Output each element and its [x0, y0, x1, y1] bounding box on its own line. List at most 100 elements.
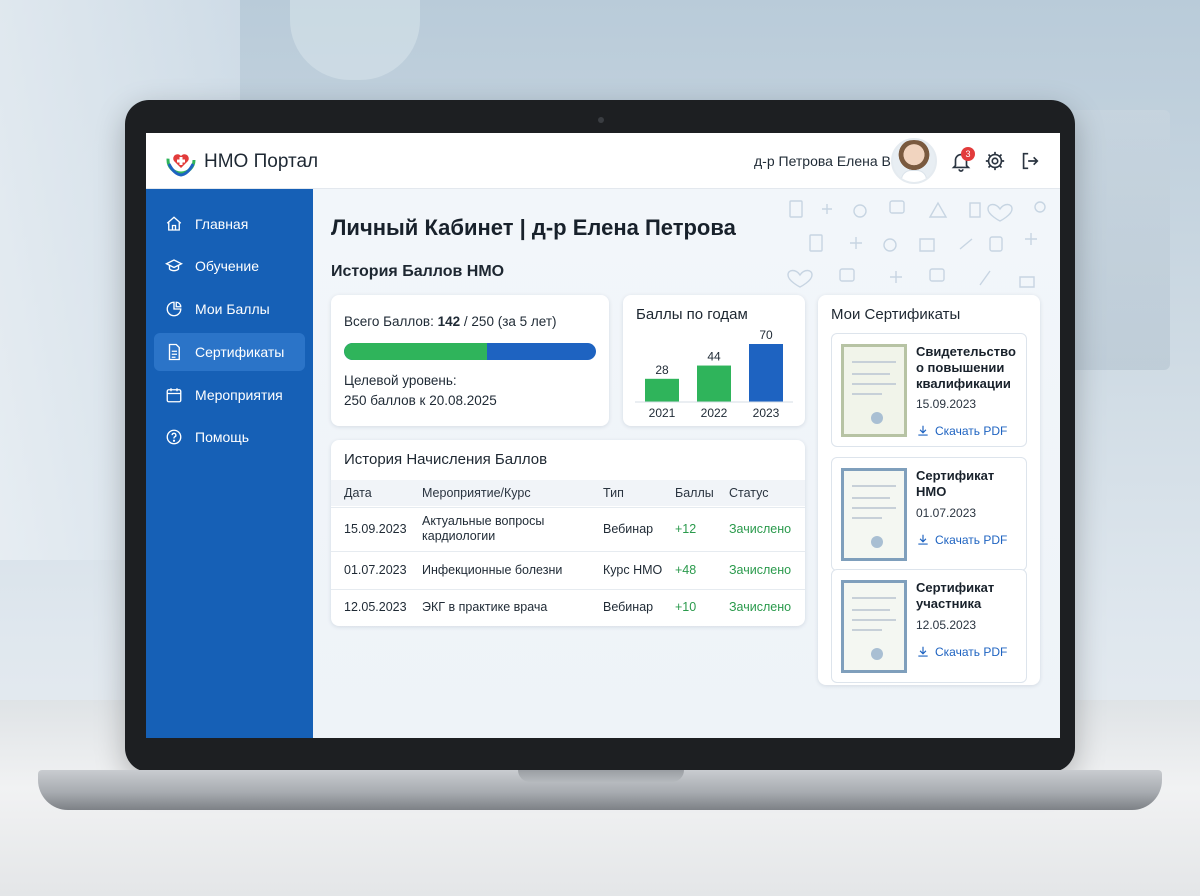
certificate-date: 15.09.2023: [916, 397, 977, 411]
table-row[interactable]: 15.09.2023 Актуальные вопросы кардиологи…: [331, 507, 805, 551]
sidebar-item-label: Сертификаты: [195, 344, 285, 360]
sidebar-item-certificates[interactable]: Сертификаты: [154, 333, 305, 371]
graduation-cap-icon: [165, 259, 183, 272]
cell-type: Курс НМО: [603, 563, 663, 577]
laptop-screen: НМО Портал д-р Петрова Елена В. 3 Главна…: [146, 133, 1060, 738]
user-name[interactable]: д-р Петрова Елена В.: [754, 153, 895, 169]
cell-date: 15.09.2023: [344, 522, 407, 536]
download-label: Скачать PDF: [935, 645, 1008, 659]
sidebar-item-learning[interactable]: Обучение: [154, 247, 305, 285]
points-history-card: История Начисления Баллов Дата Мероприят…: [331, 440, 805, 626]
cell-points: +48: [675, 563, 697, 577]
certificate-item[interactable]: Сертификат НМО 01.07.2023 Скачать PDF: [831, 457, 1027, 571]
certificate-name: Сертификат участника: [916, 580, 995, 611]
avatar[interactable]: [891, 138, 937, 184]
section-title: История Баллов НМО: [331, 263, 505, 280]
column-header-type[interactable]: Тип: [603, 486, 624, 500]
sidebar-item-home[interactable]: Главная: [154, 205, 305, 243]
download-icon: [918, 425, 928, 436]
cell-status: Зачислено: [729, 600, 792, 614]
certificate-thumbnail[interactable]: [841, 468, 907, 561]
progress-bar: [344, 343, 596, 360]
cell-event: Актуальные вопросы кардиологии: [422, 514, 545, 543]
calendar-icon: [166, 388, 182, 403]
chart-category-label: 2023: [753, 406, 780, 420]
table-row[interactable]: 01.07.2023 Инфекционные болезни Курс НМО…: [331, 551, 805, 589]
chart-value-label: 28: [655, 363, 669, 377]
column-header-status[interactable]: Статус: [729, 486, 769, 500]
chart-bar-2023[interactable]: [749, 344, 783, 402]
certificate-name: Сертификат НМО: [916, 468, 995, 499]
table-header: Дата Мероприятие/Курс Тип Баллы Статус: [331, 480, 805, 506]
total-points-value: 142: [437, 314, 461, 329]
cell-date: 12.05.2023: [344, 600, 407, 614]
cell-type: Вебинар: [603, 600, 654, 614]
gear-icon[interactable]: [984, 150, 1006, 172]
sidebar: Главная Обучение Мои Баллы Сертификаты М…: [146, 189, 313, 738]
sidebar-item-label: Обучение: [195, 258, 260, 274]
chart-category-label: 2022: [701, 406, 728, 420]
sidebar-item-events[interactable]: Мероприятия: [154, 376, 305, 414]
help-icon: [166, 429, 182, 445]
sidebar-item-label: Главная: [195, 216, 249, 232]
certificate-name: Свидетельство о повышении квалификации: [916, 344, 1016, 391]
laptop-camera: [598, 117, 604, 123]
certificates-title: Мои Сертификаты: [831, 306, 961, 323]
total-points-card: Всего Баллов: 142 / 250 (за 5 лет) Целев…: [331, 295, 609, 426]
history-title: История Начисления Баллов: [344, 451, 548, 468]
home-icon: [166, 216, 182, 231]
chart-value-label: 44: [707, 350, 721, 364]
background-lamp: [290, 0, 420, 80]
cell-event: ЭКГ в практике врача: [422, 600, 548, 614]
download-icon: [918, 646, 928, 657]
cell-status: Зачислено: [729, 563, 792, 577]
chart-category-label: 2021: [649, 406, 676, 420]
portal-brand-name: НМО Портал: [204, 151, 319, 172]
column-header-event[interactable]: Мероприятие/Курс: [422, 486, 531, 500]
top-bar: НМО Портал д-р Петрова Елена В. 3: [146, 133, 1060, 189]
certificate-item[interactable]: Свидетельство о повышении квалификации 1…: [831, 333, 1027, 447]
document-icon: [168, 343, 180, 361]
certificate-thumbnail[interactable]: [841, 344, 907, 437]
total-points-max: / 250 (за 5 лет): [463, 314, 557, 329]
cell-date: 01.07.2023: [344, 563, 407, 577]
progress-bar-fill: [344, 343, 488, 360]
sidebar-item-label: Мероприятия: [195, 387, 283, 403]
points-by-year-card: 28 2021 44 2022 70 2023 Баллы по годам: [623, 295, 805, 426]
chart-bar-2021[interactable]: [645, 378, 679, 402]
cell-type: Вебинар: [603, 522, 654, 536]
notification-badge: 3: [961, 147, 975, 161]
certificate-item[interactable]: Сертификат участника 12.05.2023 Скачать …: [831, 569, 1027, 683]
table-row[interactable]: 12.05.2023 ЭКГ в практике врача Вебинар …: [331, 589, 805, 625]
sidebar-item-label: Мои Баллы: [195, 301, 270, 317]
sidebar-item-my-points[interactable]: Мои Баллы: [154, 290, 305, 328]
download-label: Скачать PDF: [935, 424, 1008, 438]
chart-value-label: 70: [759, 328, 773, 342]
certificate-date: 01.07.2023: [916, 506, 977, 520]
portal-logo-icon[interactable]: [164, 144, 198, 178]
download-pdf-link[interactable]: Скачать PDF: [916, 533, 1007, 547]
certificates-card: Мои Сертификаты Свидетельство о повышени…: [818, 295, 1040, 685]
chart-bar-2022[interactable]: [697, 365, 731, 402]
column-header-date[interactable]: Дата: [344, 486, 372, 500]
page-title: Личный Кабинет | д-р Елена Петрова: [331, 215, 736, 240]
target-value: 250 баллов к 20.08.2025: [344, 393, 497, 408]
main-content: Личный Кабинет | д-р Елена Петрова Истор…: [313, 189, 1060, 738]
cell-points: +10: [675, 600, 697, 614]
cell-points: +12: [675, 522, 697, 536]
cell-status: Зачислено: [729, 522, 792, 536]
certificate-thumbnail[interactable]: [841, 580, 907, 673]
total-points-label: Всего Баллов:: [344, 314, 434, 329]
download-pdf-link[interactable]: Скачать PDF: [916, 424, 1007, 438]
sidebar-item-help[interactable]: Помощь: [154, 418, 305, 456]
download-label: Скачать PDF: [935, 533, 1008, 547]
logout-icon[interactable]: [1019, 150, 1041, 172]
download-pdf-link[interactable]: Скачать PDF: [916, 645, 1007, 659]
chart-title: Баллы по годам: [636, 306, 748, 323]
medical-pattern-decoration: [787, 200, 1046, 288]
laptop-notch: [518, 770, 684, 782]
pie-chart-icon: [166, 301, 182, 317]
column-header-points[interactable]: Баллы: [675, 486, 714, 500]
total-points-line: Всего Баллов: 142 / 250 (за 5 лет): [344, 314, 557, 329]
target-label: Целевой уровень:: [344, 373, 457, 388]
